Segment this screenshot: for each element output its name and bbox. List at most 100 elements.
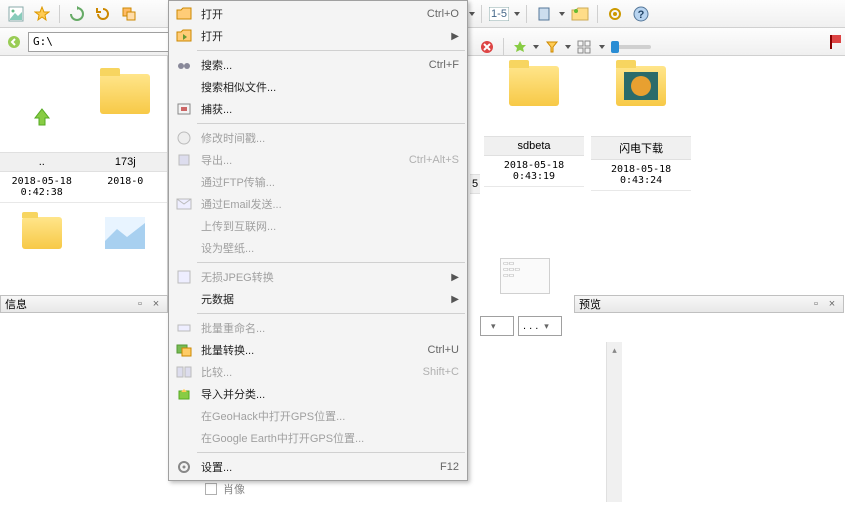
separator [481,5,482,23]
tb-gear-icon[interactable] [603,3,627,25]
menu-search[interactable]: 搜索... Ctrl+F [169,54,467,76]
close-red-icon[interactable] [480,40,494,54]
menu-separator [197,50,465,51]
tb-refresh-icon[interactable] [65,3,89,25]
item-date: 2018-0 [84,172,168,203]
menu-separator [197,262,465,263]
item-name: sdbeta [484,136,584,156]
capture-icon [173,100,195,118]
dropdown-icon[interactable] [565,44,571,50]
menu-compare[interactable]: 比较... Shift+C [169,361,467,383]
folder-item[interactable] [84,56,168,152]
tb-help-icon[interactable]: ? [629,3,653,25]
menu-email[interactable]: 通过Email发送... [169,193,467,215]
tb-folder-star-icon[interactable] [568,3,592,25]
dropdown-icon[interactable] [513,10,521,18]
thumbnail-page-icon[interactable]: ▭▭▭▭▭▭▭ [500,258,550,294]
parent-folder-item[interactable] [0,56,84,152]
binoculars-icon [173,56,195,74]
separator [597,5,598,23]
blank-icon [173,407,195,425]
menu-separator [197,123,465,124]
menu-batch-rename[interactable]: 批量重命名... [169,317,467,339]
menu-capture[interactable]: 捕获... [169,98,467,120]
email-icon [173,195,195,213]
info-panel-title: 信息 [5,296,27,312]
folder-icon [100,74,150,114]
folder-item[interactable]: sdbeta 2018-05-18 0:43:19 [484,66,584,187]
panel-close-icon[interactable]: × [149,297,163,311]
rename-icon [173,319,195,337]
view-toolbar [480,36,657,58]
dropdown-icon[interactable] [468,10,476,18]
menu-metadata[interactable]: 元数据 ▶ [169,288,467,310]
combo-2[interactable]: . . .▾ [518,316,562,336]
zoom-slider[interactable] [611,45,651,49]
check-row[interactable]: 肖像 [205,480,245,498]
menu-google-earth[interactable]: 在Google Earth中打开GPS位置... [169,427,467,449]
open-arrow-icon [173,27,195,45]
jpeg-icon [173,268,195,286]
folder-with-image-icon [616,66,666,106]
separator [59,5,60,23]
menu-upload[interactable]: 上传到互联网... [169,215,467,237]
clock-icon [173,129,195,147]
blank-icon [173,78,195,96]
scroll-up-icon[interactable]: ▴ [607,342,622,358]
menu-open[interactable]: 打开 Ctrl+O [169,3,467,25]
image-thumb-icon[interactable] [105,217,145,249]
folder-icon [509,66,559,106]
star-green-icon[interactable] [513,40,527,54]
submenu-arrow-icon: ▶ [445,272,459,283]
dropdown-icon[interactable] [599,44,605,50]
tb-star-icon[interactable] [30,3,54,25]
gear-icon [173,458,195,476]
dropdown-icon[interactable] [558,10,566,18]
item-date: 2018-05-18 0:42:38 [0,172,84,203]
menu-wallpaper[interactable]: 设为壁纸... [169,237,467,259]
tb-layers-icon[interactable] [117,3,141,25]
menu-search-similar[interactable]: 搜索相似文件... [169,76,467,98]
left-file-pane: .. 173j 2018-05-18 0:42:38 2018-0 [0,56,168,296]
funnel-icon[interactable] [545,40,559,54]
submenu-arrow-icon: ▶ [445,294,459,305]
menu-separator [197,313,465,314]
menu-import-classify[interactable]: 导入并分类... [169,383,467,405]
red-flag-icon[interactable] [829,34,843,50]
import-icon [173,385,195,403]
grid-view-icon[interactable] [577,40,593,54]
combo-1[interactable]: ▾ [480,316,514,336]
export-icon [173,151,195,169]
nav-back-icon[interactable] [4,31,24,53]
checkbox-icon[interactable] [205,483,217,495]
menu-settings[interactable]: 设置... F12 [169,456,467,478]
scrollbar-vertical[interactable]: ▴ [606,342,622,502]
tb-book-icon[interactable] [532,3,556,25]
tools-context-menu: 打开 Ctrl+O 打开 ▶ 搜索... Ctrl+F 搜索相似文件... 捕获… [168,0,468,481]
svg-text:?: ? [638,9,645,21]
path-input[interactable] [28,32,185,52]
tb-image-icon[interactable] [4,3,28,25]
preview-panel-title: 预览 [579,296,601,312]
menu-jpeg-lossless[interactable]: 无损JPEG转换 ▶ [169,266,467,288]
menu-batch-convert[interactable]: 批量转换... Ctrl+U [169,339,467,361]
folder-item[interactable]: 闪电下载 2018-05-18 0:43:24 [591,66,691,191]
menu-modify-timestamp[interactable]: 修改时间戳... [169,127,467,149]
open-icon [173,5,195,23]
zoom-slider-thumb[interactable] [611,41,619,53]
menu-open-with[interactable]: 打开 ▶ [169,25,467,47]
svg-text:1-5: 1-5 [491,8,507,20]
panel-float-icon[interactable]: ▫ [809,297,823,311]
panel-close-icon[interactable]: × [825,297,839,311]
panel-float-icon[interactable]: ▫ [133,297,147,311]
dropdown-icon[interactable] [533,44,539,50]
blank-icon [173,173,195,191]
date-fragment: 5 [470,174,480,194]
tb-reload-icon[interactable] [91,3,115,25]
menu-geohack[interactable]: 在GeoHack中打开GPS位置... [169,405,467,427]
menu-ftp[interactable]: 通过FTP传输... [169,171,467,193]
menu-export[interactable]: 导出... Ctrl+Alt+S [169,149,467,171]
folder-icon[interactable] [22,217,62,249]
tb-15-icon[interactable]: 1-5 [487,3,511,25]
blank-icon [173,290,195,308]
